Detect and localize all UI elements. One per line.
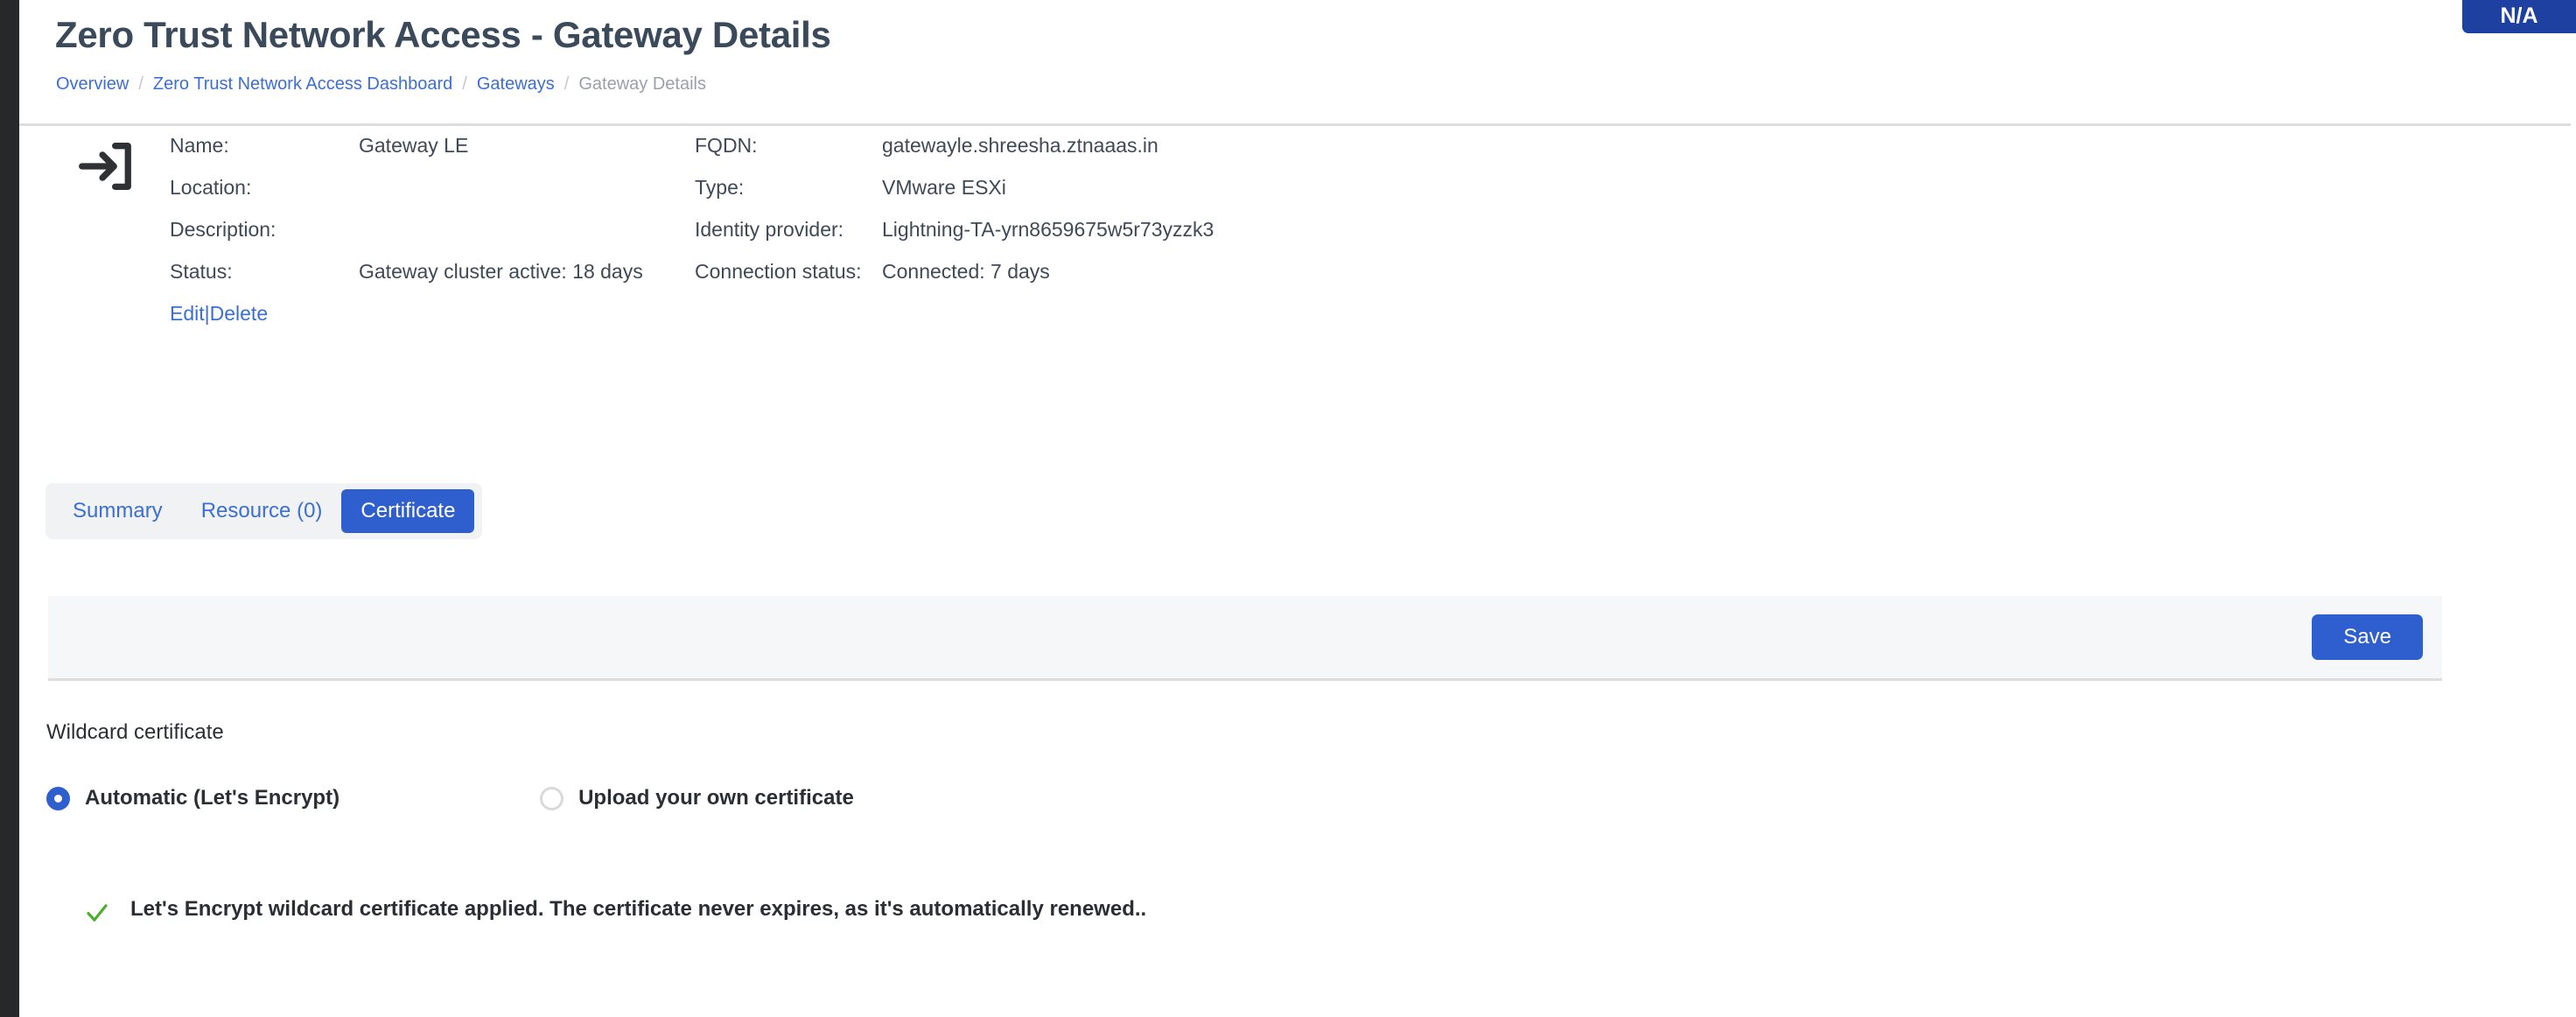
breadcrumb-item-current: Gateway Details (578, 74, 706, 94)
detail-labels-right: FQDN: Type: Identity provider: Connectio… (695, 124, 862, 292)
radio-selected-icon[interactable] (46, 786, 70, 810)
value-location (359, 166, 643, 208)
save-button[interactable]: Save (2312, 614, 2423, 660)
page-title: Zero Trust Network Access - Gateway Deta… (55, 14, 831, 55)
wildcard-certificate-radio-group: Automatic (Let's Encrypt) Upload your ow… (46, 786, 854, 810)
radio-label-upload: Upload your own certificate (578, 786, 854, 810)
breadcrumb-item-dashboard[interactable]: Zero Trust Network Access Dashboard (153, 74, 452, 95)
value-fqdn: gatewayle.shreesha.ztnaaas.in (882, 134, 1158, 157)
label-connection-status: Connection status: (695, 260, 862, 283)
breadcrumb-separator: / (138, 74, 144, 94)
gateway-details-page: Zero Trust Network Access - Gateway Deta… (0, 0, 2576, 1017)
label-status: Status: (170, 260, 233, 283)
radio-unselected-icon[interactable] (540, 786, 564, 810)
detail-values-left: Gateway LE Gateway cluster active: 18 da… (359, 124, 643, 292)
label-description: Description: (170, 218, 276, 241)
breadcrumb-separator: / (564, 74, 570, 94)
value-status: Gateway cluster active: 18 days (359, 260, 643, 283)
gateway-details: Name: Location: Description: Status: Edi… (19, 124, 2576, 325)
detail-values-right: gatewayle.shreesha.ztnaaas.in VMware ESX… (882, 124, 1214, 292)
value-description (359, 208, 643, 250)
page-header: Zero Trust Network Access - Gateway Deta… (19, 0, 2576, 124)
radio-label-automatic: Automatic (Let's Encrypt) (85, 786, 340, 810)
gateway-actions: Edit|Delete (170, 292, 276, 334)
tab-summary[interactable]: Summary (53, 489, 182, 533)
radio-option-automatic[interactable]: Automatic (Let's Encrypt) (46, 786, 340, 810)
detail-labels-left: Name: Location: Description: Status: Edi… (170, 124, 276, 334)
action-bar: Save (48, 596, 2442, 681)
certificate-status: Let's Encrypt wildcard certificate appli… (84, 897, 1146, 926)
value-name: Gateway LE (359, 134, 469, 157)
certificate-status-message: Let's Encrypt wildcard certificate appli… (130, 897, 1147, 921)
value-type: VMware ESXi (882, 176, 1006, 199)
value-identity-provider: Lightning-TA-yrn8659675w5r73yzzk3 (882, 218, 1214, 241)
breadcrumb-separator: / (462, 74, 467, 94)
breadcrumb-item-overview[interactable]: Overview (56, 74, 129, 95)
tab-certificate[interactable]: Certificate (341, 489, 475, 533)
label-fqdn: FQDN: (695, 134, 758, 157)
left-navigation-rail (0, 0, 19, 1017)
section-title-wildcard-certificate: Wildcard certificate (46, 720, 224, 744)
check-icon (84, 900, 110, 926)
label-type: Type: (695, 176, 745, 199)
breadcrumb: Overview / Zero Trust Network Access Das… (56, 74, 706, 95)
value-connection-status: Connected: 7 days (882, 260, 1050, 283)
tab-bar: Summary Resource (0) Certificate (46, 483, 483, 539)
status-badge: N/A (2462, 0, 2576, 33)
label-location: Location: (170, 176, 252, 199)
delete-link[interactable]: Delete (210, 302, 268, 325)
breadcrumb-item-gateways[interactable]: Gateways (477, 74, 555, 95)
tab-resource[interactable]: Resource (0) (182, 489, 342, 533)
label-identity-provider: Identity provider: (695, 218, 844, 241)
radio-option-upload[interactable]: Upload your own certificate (540, 786, 854, 810)
label-name: Name: (170, 134, 229, 157)
edit-link[interactable]: Edit (170, 302, 205, 325)
